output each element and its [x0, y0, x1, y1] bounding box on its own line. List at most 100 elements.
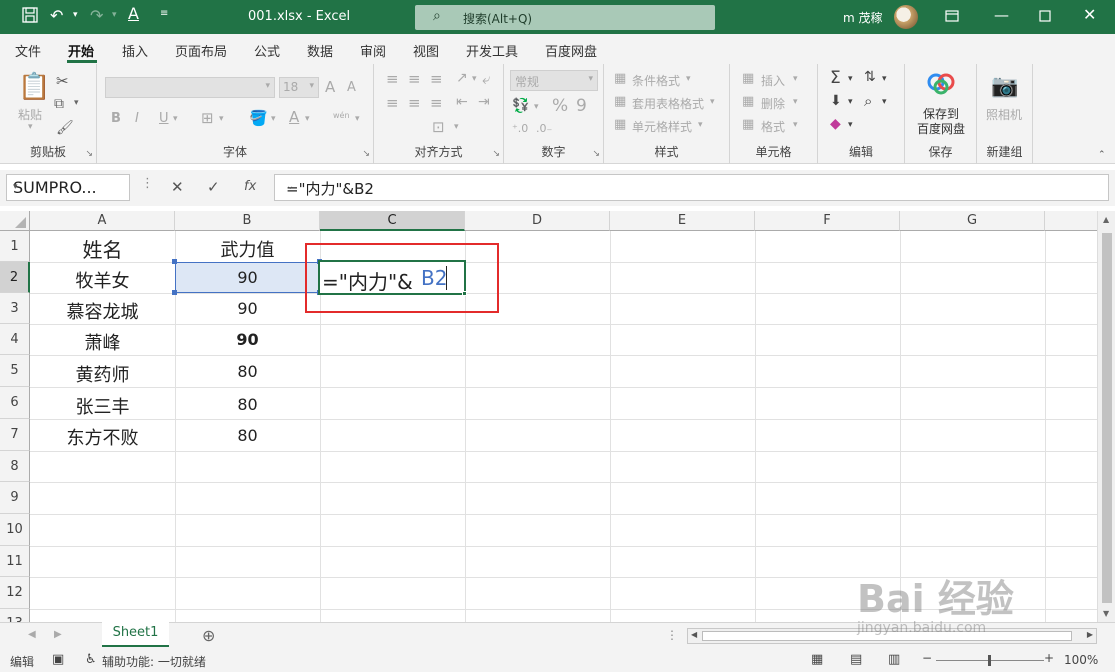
cell-b1[interactable]: 武力值: [175, 236, 320, 262]
user-name[interactable]: m 茂稼: [843, 9, 883, 26]
font-size-dropdown[interactable]: 18 ▾: [279, 77, 319, 98]
clear-dropdown-icon[interactable]: ▾: [848, 120, 853, 130]
copy-dropdown-icon[interactable]: ▾: [74, 98, 79, 108]
fill-icon[interactable]: ⬇: [830, 93, 842, 109]
currency-icon[interactable]: 💱: [512, 98, 529, 114]
merge-center-icon[interactable]: ⊡: [432, 118, 445, 136]
new-sheet-icon[interactable]: ⊕: [202, 626, 215, 645]
fill-color-icon[interactable]: 🪣: [249, 109, 268, 127]
align-center-icon[interactable]: ≡: [408, 94, 421, 112]
tab-insert[interactable]: 插入: [122, 41, 148, 60]
row-header-12[interactable]: 12: [0, 577, 30, 609]
cell-a7[interactable]: 东方不败: [30, 424, 175, 450]
delete-cells-button[interactable]: 删除: [761, 95, 785, 112]
number-launcher-icon[interactable]: ↘: [592, 149, 600, 159]
align-bottom-icon[interactable]: ≡: [430, 70, 443, 88]
tab-view[interactable]: 视图: [413, 41, 439, 60]
format-as-table-icon[interactable]: ▦: [614, 94, 626, 109]
row-header-2[interactable]: 2: [0, 262, 30, 293]
cell-a2[interactable]: 牧羊女: [30, 267, 175, 293]
clear-icon[interactable]: ◆: [830, 116, 841, 132]
minimize-icon[interactable]: —: [994, 6, 1009, 24]
insert-cells-dropdown-icon[interactable]: ▾: [793, 74, 798, 84]
delete-cells-dropdown-icon[interactable]: ▾: [793, 97, 798, 107]
merge-dropdown-icon[interactable]: ▾: [454, 122, 459, 132]
find-select-icon[interactable]: ⌕: [864, 92, 872, 110]
row-header-11[interactable]: 11: [0, 546, 30, 577]
font-launcher-icon[interactable]: ↘: [362, 149, 370, 159]
cell-b4[interactable]: 90: [175, 330, 320, 349]
tab-home[interactable]: 开始: [68, 41, 94, 60]
align-right-icon[interactable]: ≡: [430, 94, 443, 112]
cell-a3[interactable]: 慕容龙城: [30, 298, 175, 324]
percent-icon[interactable]: %: [552, 96, 568, 116]
scroll-left-icon[interactable]: ◀: [691, 630, 697, 639]
tab-developer[interactable]: 开发工具: [466, 41, 518, 60]
phonetic-icon[interactable]: wén: [333, 111, 350, 120]
customize-quick-access-icon[interactable]: ≡: [160, 8, 168, 19]
normal-view-icon[interactable]: ▦: [811, 652, 823, 667]
underline-dropdown-icon[interactable]: ▾: [173, 114, 178, 124]
save-to-netdisk-line2[interactable]: 百度网盘: [905, 120, 977, 137]
cancel-entry-icon[interactable]: ✕: [171, 178, 184, 196]
font-color-button-icon[interactable]: A: [289, 108, 299, 126]
undo-icon[interactable]: ↶: [50, 6, 63, 25]
orientation-dropdown-icon[interactable]: ▾: [472, 74, 477, 84]
sheet-bar-splitter-icon[interactable]: ⋮: [666, 628, 678, 642]
sort-filter-icon[interactable]: ⇅: [864, 69, 876, 85]
italic-button[interactable]: I: [135, 111, 139, 126]
camera-label[interactable]: 照相机: [986, 106, 1022, 123]
camera-icon[interactable]: 📷: [991, 74, 1018, 99]
row-header-1[interactable]: 1: [0, 231, 30, 262]
conditional-format-button[interactable]: 条件格式: [632, 72, 680, 89]
accessibility-status[interactable]: 辅助功能: 一切就绪: [102, 653, 206, 670]
cell-a4[interactable]: 萧峰: [30, 329, 175, 355]
sort-filter-dropdown-icon[interactable]: ▾: [882, 74, 887, 84]
conditional-format-dropdown-icon[interactable]: ▾: [686, 74, 691, 84]
scroll-right-icon[interactable]: ▶: [1087, 630, 1093, 639]
column-header-f[interactable]: F: [755, 211, 900, 231]
insert-cells-button[interactable]: 插入: [761, 72, 785, 89]
format-painter-icon[interactable]: 🖌: [56, 120, 74, 136]
format-as-table-dropdown-icon[interactable]: ▾: [710, 97, 715, 107]
redo-icon[interactable]: ↷: [90, 6, 103, 25]
paste-dropdown-icon[interactable]: ▾: [28, 122, 33, 132]
border-dropdown-icon[interactable]: ▾: [219, 114, 224, 124]
accessibility-icon[interactable]: ♿: [85, 652, 97, 667]
insert-cells-icon[interactable]: ▦: [742, 71, 754, 86]
phonetic-dropdown-icon[interactable]: ▾: [355, 114, 360, 124]
fill-dropdown-icon[interactable]: ▾: [848, 97, 853, 107]
cell-styles-icon[interactable]: ▦: [614, 117, 626, 132]
expand-formula-bar-icon[interactable]: ⌄: [286, 181, 1102, 192]
wrap-text-icon[interactable]: ⤶: [482, 70, 490, 88]
cut-icon[interactable]: ✂: [56, 72, 69, 90]
tab-page-layout[interactable]: 页面布局: [175, 41, 227, 60]
conditional-format-icon[interactable]: ▦: [614, 71, 626, 86]
row-header-4[interactable]: 4: [0, 324, 30, 355]
cell-b5[interactable]: 80: [175, 362, 320, 381]
cell-a5[interactable]: 黄药师: [30, 361, 175, 387]
cell-a6[interactable]: 张三丰: [30, 393, 175, 419]
macro-record-icon[interactable]: ▣: [52, 652, 64, 667]
row-header-7[interactable]: 7: [0, 419, 30, 451]
column-header-e[interactable]: E: [610, 211, 755, 231]
scroll-down-icon[interactable]: ▼: [1103, 609, 1109, 618]
page-break-view-icon[interactable]: ▥: [888, 652, 900, 667]
comma-style-icon[interactable]: 9: [576, 96, 587, 116]
row-header-8[interactable]: 8: [0, 451, 30, 482]
border-icon[interactable]: ⊞: [201, 109, 214, 127]
cell-b6[interactable]: 80: [175, 395, 320, 414]
column-header-d[interactable]: D: [465, 211, 610, 231]
cell-styles-dropdown-icon[interactable]: ▾: [698, 120, 703, 130]
redo-dropdown-icon[interactable]: ▾: [112, 10, 117, 20]
scroll-sheets-left-icon[interactable]: ◀: [28, 629, 36, 640]
name-box[interactable]: SUMPRO... ▾: [6, 174, 130, 201]
orientation-icon[interactable]: ↗: [456, 70, 468, 86]
paste-label[interactable]: 粘贴: [18, 106, 42, 123]
row-header-5[interactable]: 5: [0, 355, 30, 387]
save-icon[interactable]: [22, 7, 38, 27]
cell-styles-button[interactable]: 单元格样式: [632, 118, 692, 135]
cell-b3[interactable]: 90: [175, 299, 320, 318]
currency-dropdown-icon[interactable]: ▾: [534, 102, 539, 112]
baidu-netdisk-icon[interactable]: [927, 72, 955, 100]
